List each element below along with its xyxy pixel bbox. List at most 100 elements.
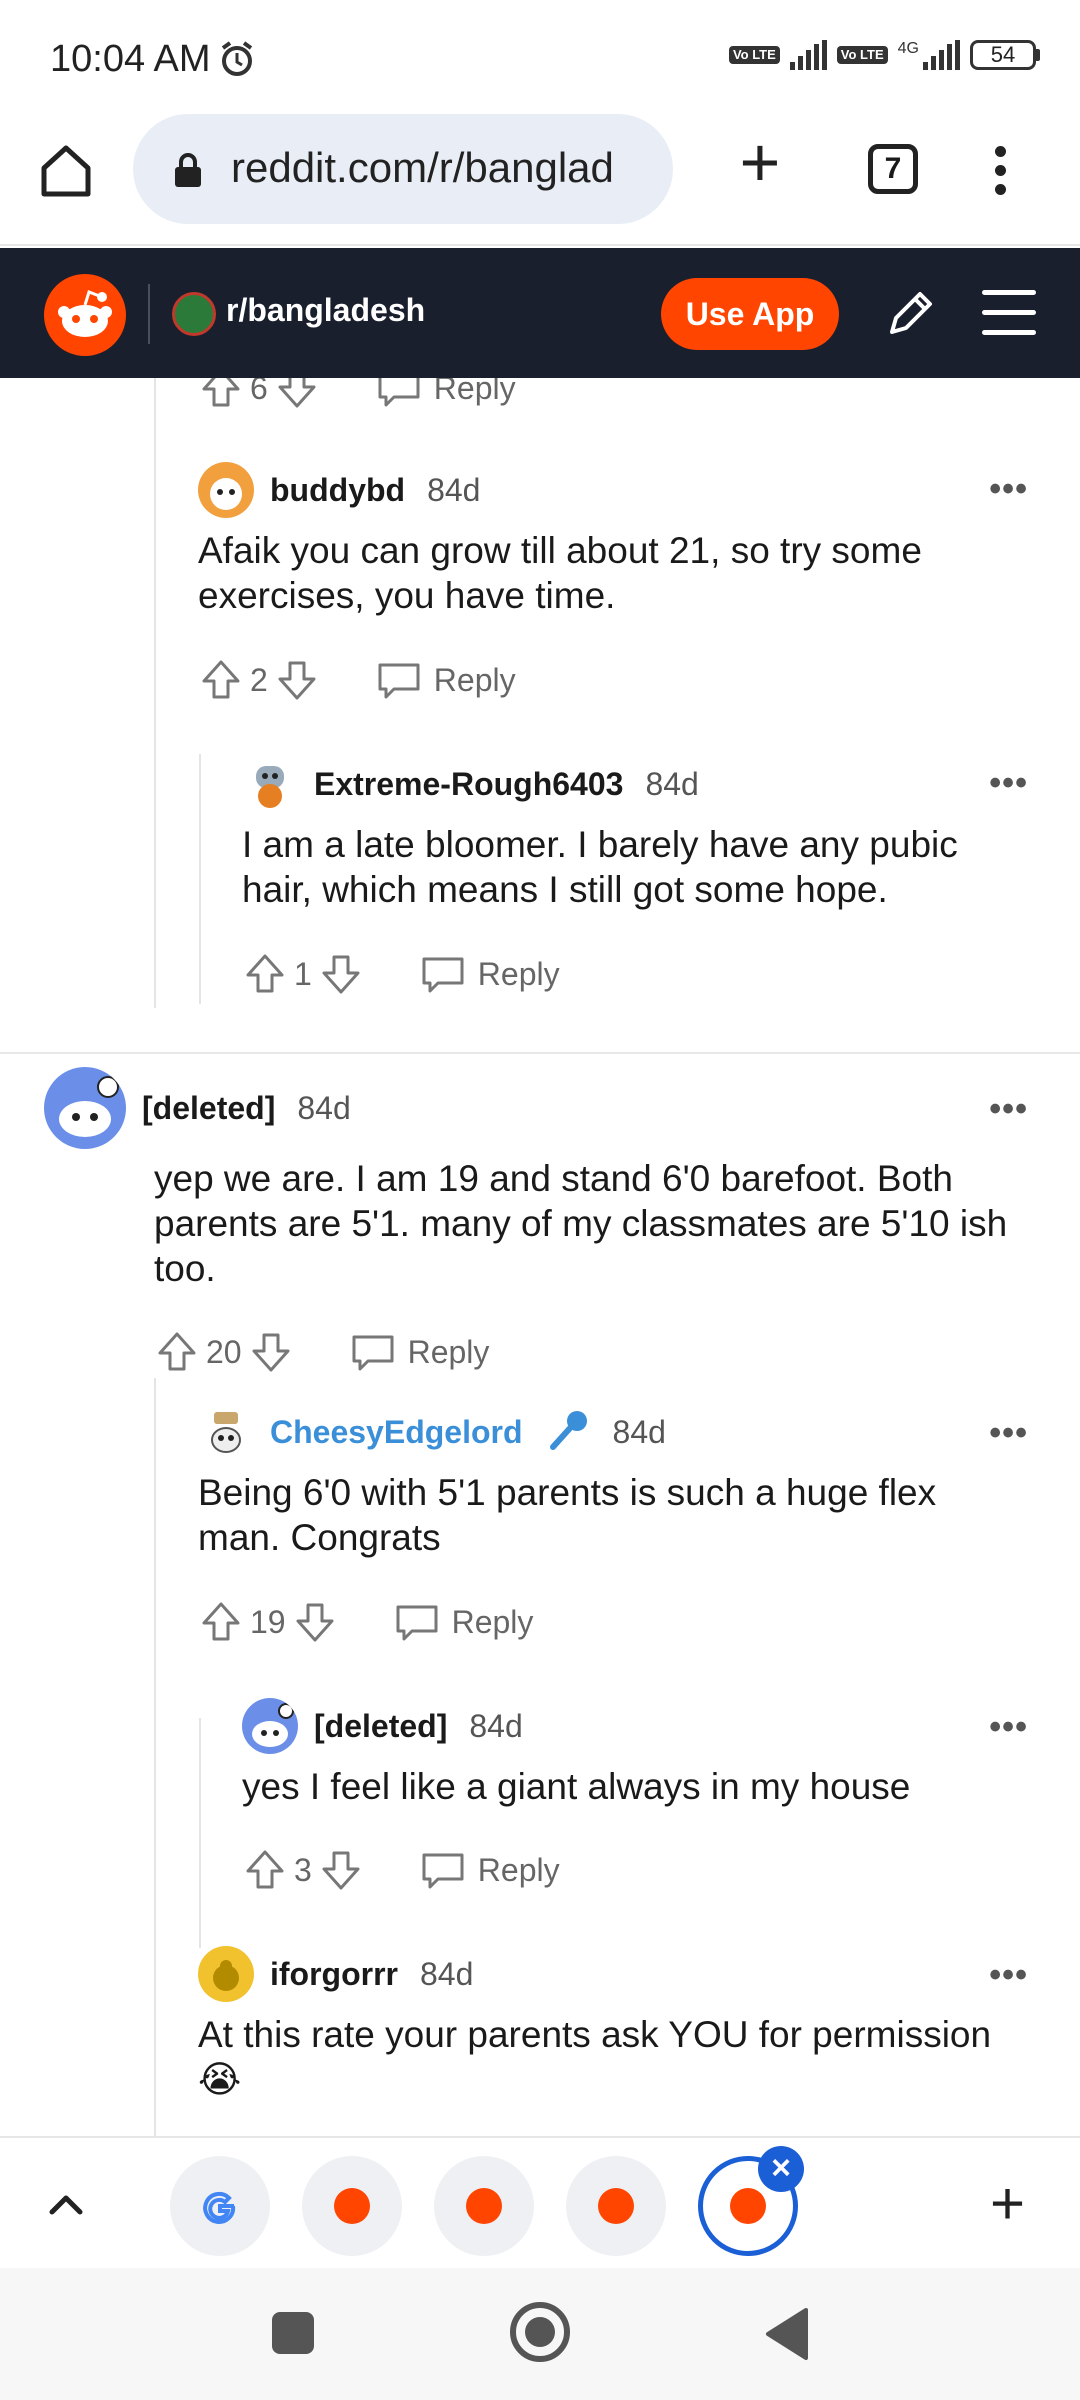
comment-header: CheesyEdgelord 84d bbox=[198, 1402, 666, 1462]
reddit-favicon-icon bbox=[466, 2188, 502, 2224]
reply-button[interactable]: Reply bbox=[350, 1331, 489, 1373]
username[interactable]: [deleted] bbox=[142, 1090, 275, 1127]
reddit-logo-icon[interactable] bbox=[44, 274, 126, 356]
home-button[interactable] bbox=[36, 140, 96, 200]
reply-label: Reply bbox=[433, 661, 516, 698]
comment-age: 84d bbox=[612, 1413, 666, 1450]
comment-text: At this rate your parents ask YOU for pe… bbox=[198, 2014, 992, 2100]
home-nav-button[interactable] bbox=[510, 2302, 570, 2362]
back-button[interactable] bbox=[762, 2306, 810, 2367]
reply-icon bbox=[352, 1335, 394, 1371]
tab-switcher-button[interactable]: 7 bbox=[868, 144, 918, 194]
upvote-icon[interactable] bbox=[198, 1599, 244, 1645]
url-text[interactable]: reddit.com/r/banglad bbox=[231, 144, 661, 192]
downvote-icon[interactable] bbox=[318, 1847, 364, 1893]
reply-icon bbox=[396, 1605, 438, 1641]
downvote-icon[interactable] bbox=[274, 657, 320, 703]
thread-line bbox=[154, 378, 156, 1008]
tab-google[interactable] bbox=[170, 2156, 270, 2256]
add-tab-button[interactable]: + bbox=[990, 2174, 1025, 2234]
create-post-button[interactable] bbox=[880, 284, 940, 349]
username[interactable]: iforgorrr bbox=[270, 1956, 398, 1993]
recents-button[interactable] bbox=[272, 2312, 314, 2354]
reply-button[interactable]: Reply bbox=[420, 953, 560, 995]
comment-actions: 2 Reply bbox=[198, 650, 516, 710]
battery-level: 54 bbox=[970, 40, 1036, 70]
tab-reddit[interactable] bbox=[302, 2156, 402, 2256]
more-options-button[interactable]: ••• bbox=[989, 1956, 1028, 1995]
more-options-button[interactable]: ••• bbox=[989, 1414, 1028, 1453]
downvote-icon[interactable] bbox=[318, 951, 364, 997]
comment-age: 84d bbox=[645, 765, 699, 802]
more-options-button[interactable]: ••• bbox=[989, 1708, 1028, 1747]
username[interactable]: Extreme-Rough6403 bbox=[314, 766, 623, 803]
username[interactable]: buddybd bbox=[270, 472, 405, 509]
comment-text: Afaik you can grow till about 21, so try… bbox=[198, 530, 922, 616]
upvote-icon[interactable] bbox=[242, 951, 288, 997]
avatar[interactable] bbox=[242, 1698, 298, 1754]
downvote-icon[interactable] bbox=[248, 1329, 294, 1375]
volte-badge-2: Vo LTE bbox=[836, 46, 888, 64]
reply-label: Reply bbox=[477, 955, 560, 992]
tab-reddit[interactable] bbox=[434, 2156, 534, 2256]
back-triangle-icon bbox=[766, 2308, 808, 2360]
comment-text: yes I feel like a giant always in my hou… bbox=[242, 1766, 911, 1807]
reply-button[interactable]: Reply bbox=[376, 659, 516, 701]
avatar[interactable] bbox=[198, 1404, 254, 1460]
reply-label: Reply bbox=[477, 1851, 560, 1888]
reply-button[interactable]: Reply bbox=[420, 1849, 560, 1891]
comment-actions: 20 Reply bbox=[154, 1322, 489, 1382]
thread-line bbox=[199, 1718, 201, 1948]
reply-button[interactable]: Reply bbox=[394, 1601, 533, 1643]
upvote-icon[interactable] bbox=[242, 1847, 288, 1893]
comment-text: Being 6'0 with 5'1 parents is such a hug… bbox=[198, 1472, 937, 1558]
tab-reddit[interactable] bbox=[566, 2156, 666, 2256]
vote-count: 6 bbox=[250, 378, 268, 406]
avatar[interactable] bbox=[242, 756, 298, 812]
subreddit-name[interactable]: r/bangladesh bbox=[226, 292, 425, 329]
upvote-icon[interactable] bbox=[198, 657, 244, 703]
downvote-icon[interactable] bbox=[292, 1599, 338, 1645]
comment-age: 84d bbox=[469, 1707, 523, 1744]
comment-text: yep we are. I am 19 and stand 6'0 barefo… bbox=[154, 1158, 1008, 1289]
comment-header: buddybd 84d bbox=[198, 460, 480, 520]
google-icon bbox=[203, 2191, 236, 2224]
new-tab-button[interactable]: + bbox=[730, 127, 790, 197]
signal-icon-2 bbox=[923, 40, 960, 70]
username[interactable]: [deleted] bbox=[314, 1708, 447, 1745]
close-tab-button[interactable]: × bbox=[758, 2146, 804, 2192]
comment-actions: 3 Reply bbox=[242, 1840, 560, 1900]
lock-icon bbox=[173, 152, 203, 193]
more-options-button[interactable]: ••• bbox=[989, 470, 1028, 509]
reply-button[interactable]: Reply bbox=[376, 378, 516, 409]
use-app-button[interactable]: Use App bbox=[661, 278, 839, 350]
more-options-button[interactable]: ••• bbox=[989, 1090, 1028, 1129]
status-time: 10:04 AM bbox=[50, 38, 211, 80]
downvote-icon[interactable] bbox=[274, 378, 320, 411]
browser-menu-button[interactable] bbox=[995, 146, 1009, 203]
browser-toolbar: reddit.com/r/banglad + 7 bbox=[0, 110, 1080, 246]
microphone-icon bbox=[545, 1407, 591, 1458]
avatar[interactable] bbox=[198, 462, 254, 518]
expand-tabs-button[interactable] bbox=[46, 2186, 86, 2227]
upvote-icon[interactable] bbox=[154, 1329, 200, 1375]
reddit-header: r/bangladesh Use App bbox=[0, 248, 1080, 378]
avatar[interactable] bbox=[198, 1946, 254, 2002]
more-options-button[interactable]: ••• bbox=[989, 764, 1028, 803]
address-bar[interactable]: reddit.com/r/banglad bbox=[133, 114, 673, 224]
reply-icon bbox=[378, 378, 420, 407]
comments-list: 6 Reply buddybd 84d ••• Afaik you can gr… bbox=[0, 378, 1080, 2136]
subreddit-icon[interactable] bbox=[172, 292, 216, 336]
comment-header: [deleted] 84d bbox=[44, 1067, 351, 1149]
upvote-icon[interactable] bbox=[198, 378, 244, 411]
username[interactable]: CheesyEdgelord bbox=[270, 1414, 523, 1451]
vote-count: 20 bbox=[206, 1333, 242, 1370]
thread-line bbox=[154, 1378, 156, 2136]
alarm-icon bbox=[218, 40, 256, 83]
chevron-up-icon bbox=[49, 2195, 83, 2215]
comment-header: Extreme-Rough6403 84d bbox=[242, 754, 699, 814]
comment-age: 84d bbox=[420, 1955, 474, 1992]
system-nav-bar bbox=[0, 2268, 1080, 2400]
menu-button[interactable] bbox=[982, 290, 1036, 350]
avatar[interactable] bbox=[44, 1067, 126, 1149]
